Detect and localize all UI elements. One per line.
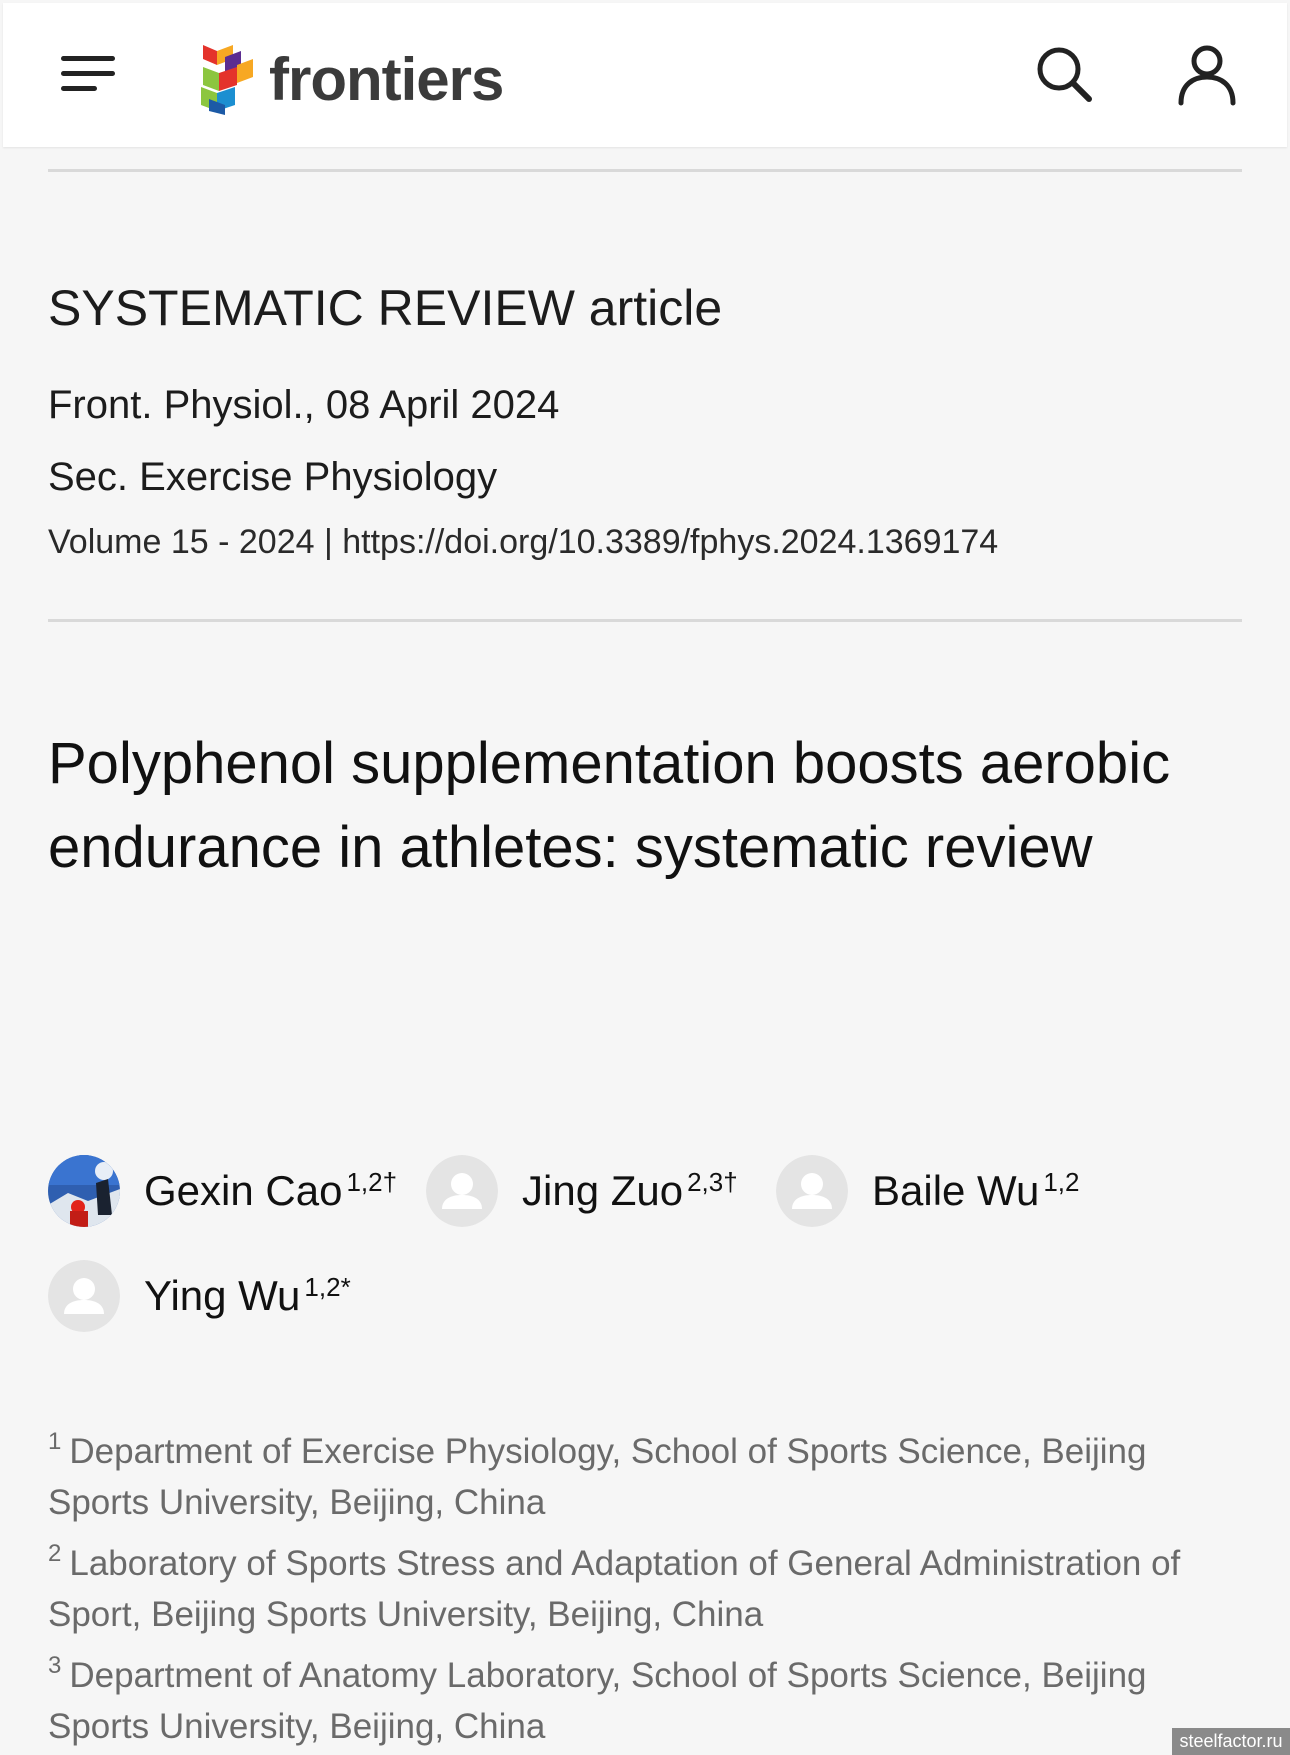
affiliations-list: 1 Department of Exercise Physiology, Scho… [48, 1416, 1248, 1752]
top-header: frontiers [3, 3, 1287, 147]
author-jing-zuo[interactable]: Jing Zuo 2,3† [426, 1155, 738, 1227]
default-avatar-icon [426, 1155, 498, 1227]
author-name: Ying Wu 1,2* [144, 1272, 351, 1319]
article-title: Polyphenol supplementation boosts aerobi… [48, 731, 1171, 880]
journal-date: Front. Physiol., 08 April 2024 [48, 383, 560, 427]
affiliation-item: 1 Department of Exercise Physiology, Scho… [48, 1428, 1147, 1522]
logo-text: frontiers [269, 45, 504, 113]
article-type: SYSTEMATIC REVIEW article [48, 280, 723, 336]
user-account-icon[interactable] [1175, 43, 1239, 107]
watermark: steelfactor.ru [1172, 1728, 1290, 1755]
search-icon[interactable] [1033, 43, 1097, 107]
author-photo [48, 1155, 120, 1227]
default-avatar-icon [776, 1155, 848, 1227]
frontiers-logo-mark [201, 45, 253, 115]
divider-top [48, 169, 1242, 172]
affiliation-item: 2 Laboratory of Sports Stress and Adaptat… [48, 1540, 1181, 1634]
volume-label: Volume 15 - 2024 | [48, 523, 343, 561]
hamburger-menu-icon[interactable] [57, 53, 117, 97]
author-name: Jing Zuo 2,3† [522, 1167, 738, 1214]
journal-section: Sec. Exercise Physiology [48, 455, 498, 499]
default-avatar-icon [48, 1260, 120, 1332]
volume-doi-line: Volume 15 - 2024 | https://doi.org/10.33… [48, 523, 998, 562]
frontiers-logo[interactable]: frontiers [195, 39, 504, 119]
divider-middle [48, 619, 1242, 622]
affiliation-item: 3 Department of Anatomy Laboratory, Schoo… [48, 1652, 1147, 1746]
doi-link[interactable]: https://doi.org/10.3389/fphys.2024.13691… [342, 523, 998, 561]
author-name: Gexin Cao 1,2† [144, 1167, 398, 1214]
author-name: Baile Wu 1,2 [872, 1167, 1080, 1214]
author-ying-wu[interactable]: Ying Wu 1,2* [48, 1260, 351, 1332]
author-gexin-cao[interactable]: Gexin Cao 1,2† [48, 1155, 397, 1227]
author-baile-wu[interactable]: Baile Wu 1,2 [776, 1155, 1079, 1227]
